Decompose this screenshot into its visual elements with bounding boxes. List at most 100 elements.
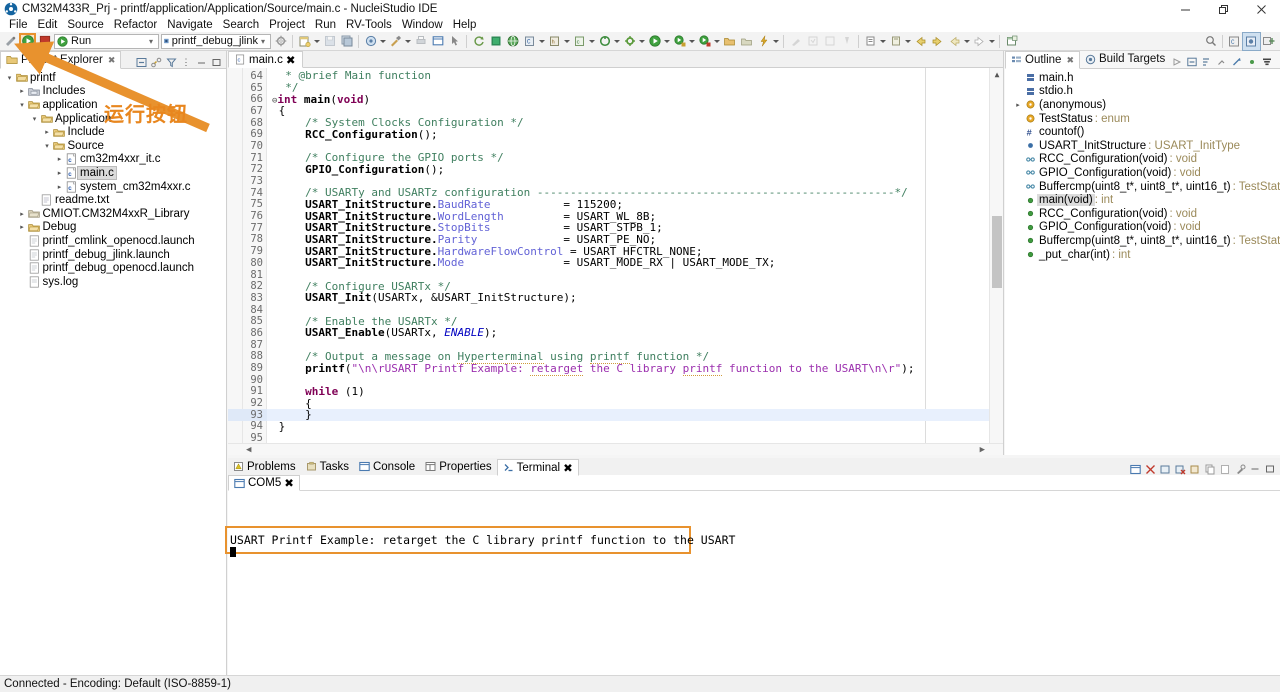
- tab-tasks[interactable]: Tasks: [301, 458, 354, 475]
- collapse-all-icon[interactable]: [135, 56, 147, 68]
- console-view-icon[interactable]: [429, 33, 446, 50]
- minimize-icon[interactable]: [195, 56, 207, 68]
- tab-properties[interactable]: Properties: [420, 458, 496, 475]
- lightning-dropdown-arrow[interactable]: [772, 33, 780, 50]
- tree-item-readme-txt[interactable]: readme.txt: [0, 193, 226, 207]
- filter-icon[interactable]: [1261, 56, 1273, 68]
- scroll-up-icon[interactable]: ▲: [990, 68, 1003, 80]
- gear-icon[interactable]: [272, 33, 289, 50]
- close-icon[interactable]: ✖: [1066, 55, 1074, 66]
- chevron-right-icon[interactable]: ▸: [54, 183, 65, 191]
- search-dropdown-arrow[interactable]: [613, 33, 621, 50]
- tab-build-targets[interactable]: Build Targets: [1080, 50, 1171, 68]
- outline-item[interactable]: RCC_Configuration(void) : void: [1005, 153, 1280, 167]
- chevron-right-icon[interactable]: ▸: [1013, 101, 1023, 109]
- code-line[interactable]: 72 GPIO_Configuration();: [228, 163, 1003, 176]
- stop-button[interactable]: [36, 33, 53, 50]
- web-browser-icon[interactable]: [504, 33, 521, 50]
- collapse-all-icon[interactable]: [1186, 56, 1198, 68]
- tree-item-debug[interactable]: ▸ Debug: [0, 221, 226, 235]
- code-line[interactable]: 94 }: [228, 420, 1003, 433]
- toggle-block-dropdown-arrow[interactable]: [904, 33, 912, 50]
- chevron-down-icon[interactable]: ▾: [258, 37, 268, 46]
- menu-search[interactable]: Search: [218, 18, 264, 32]
- code-line[interactable]: 90: [228, 374, 1003, 386]
- chevron-right-icon[interactable]: ▸: [54, 155, 65, 163]
- code-line[interactable]: 70: [228, 140, 1003, 152]
- new-source-file-icon[interactable]: c: [571, 33, 588, 50]
- scroll-right-icon[interactable]: ▶: [980, 445, 985, 455]
- chevron-down-icon[interactable]: ▾: [42, 142, 53, 150]
- tab-outline[interactable]: Outline ✖: [1005, 51, 1080, 69]
- code-line[interactable]: 69 RCC_Configuration();: [228, 128, 1003, 141]
- code-line[interactable]: 87: [228, 339, 1003, 351]
- hide-nonpublic-icon[interactable]: [1246, 56, 1258, 68]
- tree-item-include[interactable]: ▸ Include: [0, 125, 226, 139]
- outline-item[interactable]: _put_char(int) : int: [1005, 248, 1280, 262]
- view-menu-icon[interactable]: ⋮: [1276, 56, 1280, 68]
- menu-navigate[interactable]: Navigate: [162, 18, 217, 32]
- tree-item-printf[interactable]: ▾ printf: [0, 71, 226, 85]
- code-line[interactable]: 86 USART_Enable(USARTx, ENABLE);: [228, 326, 1003, 339]
- chevron-right-icon[interactable]: ▸: [54, 169, 65, 177]
- new-source-dropdown-arrow[interactable]: [588, 33, 596, 50]
- menu-refactor[interactable]: Refactor: [109, 18, 162, 32]
- code-line[interactable]: 67 {: [228, 104, 1003, 117]
- launch-mode-combo[interactable]: Run ▾: [54, 33, 159, 49]
- outline-item[interactable]: RCC_Configuration(void) : void: [1005, 207, 1280, 221]
- new-cpp-class-icon[interactable]: h: [546, 33, 563, 50]
- code-line[interactable]: 64 * @brief Main function: [228, 69, 1003, 82]
- tree-item-source[interactable]: ▾ Source: [0, 139, 226, 153]
- code-line[interactable]: 91 while (1): [228, 385, 1003, 398]
- filter-icon[interactable]: [165, 56, 177, 68]
- tab-main-c[interactable]: c main.c ✖: [228, 51, 303, 68]
- run-last-icon[interactable]: [671, 33, 688, 50]
- search-icon[interactable]: [1202, 33, 1219, 50]
- open-resource-icon[interactable]: [721, 33, 738, 50]
- editor-scroll-thumb[interactable]: [992, 216, 1002, 288]
- tree-item-application[interactable]: ▾ application: [0, 98, 226, 112]
- search-reference-icon[interactable]: [596, 33, 613, 50]
- maximize-icon[interactable]: [210, 56, 222, 68]
- close-icon[interactable]: ✖: [108, 55, 116, 66]
- tree-item-cmiot-cm32m4xxr-library[interactable]: ▸ CMIOT.CM32M4xxR_Library: [0, 207, 226, 221]
- forward-history-icon[interactable]: [971, 33, 988, 50]
- sort-icon[interactable]: [1201, 56, 1213, 68]
- outline-item[interactable]: # countof(): [1005, 125, 1280, 139]
- tree-item-printf-debug-jlink-launch[interactable]: printf_debug_jlink.launch: [0, 248, 226, 262]
- build-all-icon[interactable]: [621, 33, 638, 50]
- scroll-left-icon[interactable]: ◀: [246, 445, 251, 455]
- code-line[interactable]: 83 USART_Init(USARTx, &USART_InitStructu…: [228, 291, 1003, 304]
- forward-history-dropdown-arrow[interactable]: [988, 33, 996, 50]
- editor-horizontal-scrollbar[interactable]: ◀ ▶: [228, 443, 1003, 455]
- new-terminal-icon[interactable]: [1159, 463, 1171, 475]
- run-last-dropdown-arrow[interactable]: [688, 33, 696, 50]
- code-line[interactable]: 88 /* Output a message on Hyperterminal …: [228, 349, 1003, 364]
- outline-item[interactable]: Buffercmp(uint8_t*, uint8_t*, uint16_t) …: [1005, 234, 1280, 248]
- launch-config-combo[interactable]: printf_debug_jlink ▾: [161, 33, 271, 49]
- memory-view-icon[interactable]: [487, 33, 504, 50]
- code-line[interactable]: 89 printf("\n\rUSART Printf Example: ret…: [228, 361, 1003, 376]
- tab-project-explorer[interactable]: Project Explorer ✖: [0, 51, 122, 69]
- tab-terminal[interactable]: Terminal ✖: [496, 459, 579, 476]
- copy-icon[interactable]: [1204, 463, 1216, 475]
- code-line[interactable]: 78 USART_InitStructure.Parity = USART_PE…: [228, 233, 1003, 246]
- new-c-project-icon[interactable]: C: [521, 33, 538, 50]
- minimize-icon[interactable]: [1249, 463, 1261, 475]
- close-all-terminals-icon[interactable]: [1189, 463, 1201, 475]
- open-type-icon[interactable]: [738, 33, 755, 50]
- lightning-icon[interactable]: [755, 33, 772, 50]
- terminal-output-area[interactable]: USART Printf Example: retarget the C lib…: [225, 491, 1280, 675]
- outline-item[interactable]: GPIO_Configuration(void) : void: [1005, 166, 1280, 180]
- outline-list[interactable]: main.h stdio.h ▸ (anonymous) TestStatus : en…: [1005, 69, 1280, 455]
- hide-static-icon[interactable]: [1231, 56, 1243, 68]
- run-toolbar-icon[interactable]: [646, 33, 663, 50]
- menu-file[interactable]: File: [4, 18, 33, 32]
- chevron-right-icon[interactable]: ▸: [17, 87, 28, 95]
- scroll-lock-icon[interactable]: [1144, 463, 1156, 475]
- close-button[interactable]: [1242, 0, 1280, 18]
- outline-item[interactable]: main.h: [1005, 71, 1280, 85]
- outline-item[interactable]: TestStatus : enum: [1005, 112, 1280, 126]
- build-all-dropdown-arrow[interactable]: [638, 33, 646, 50]
- new-file-dropdown-arrow[interactable]: [313, 33, 321, 50]
